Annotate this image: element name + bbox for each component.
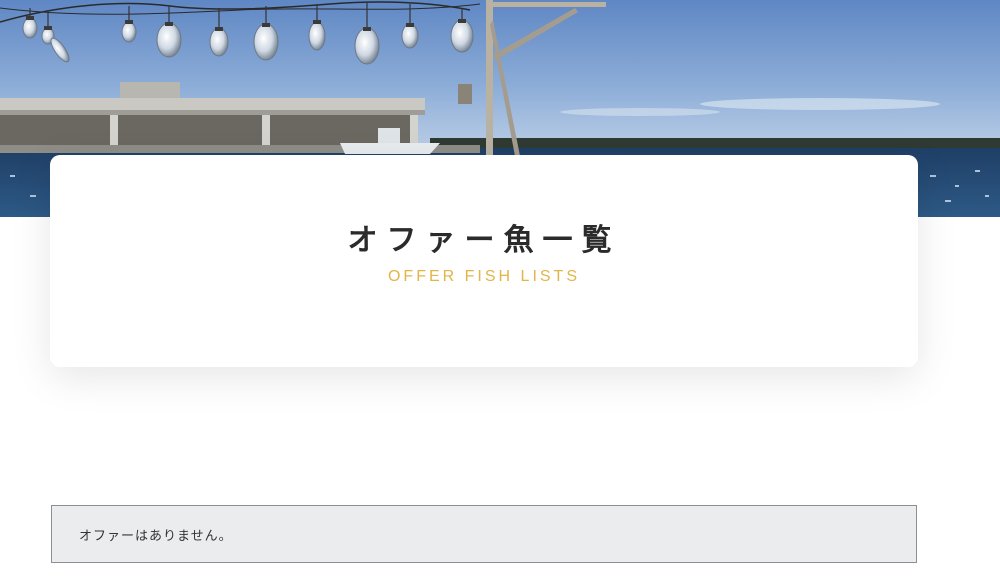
page-title: オファー魚一覧 bbox=[347, 223, 621, 258]
notice-message: オファーはありません。 bbox=[79, 529, 233, 544]
page-title-card: オファー魚一覧 OFFER FISH LISTS bbox=[50, 155, 918, 367]
page: オファー魚一覧 OFFER FISH LISTS オファーはありません。 bbox=[0, 0, 1000, 581]
page-subtitle: OFFER FISH LISTS bbox=[387, 268, 580, 285]
empty-offers-notice: オファーはありません。 bbox=[51, 505, 917, 563]
